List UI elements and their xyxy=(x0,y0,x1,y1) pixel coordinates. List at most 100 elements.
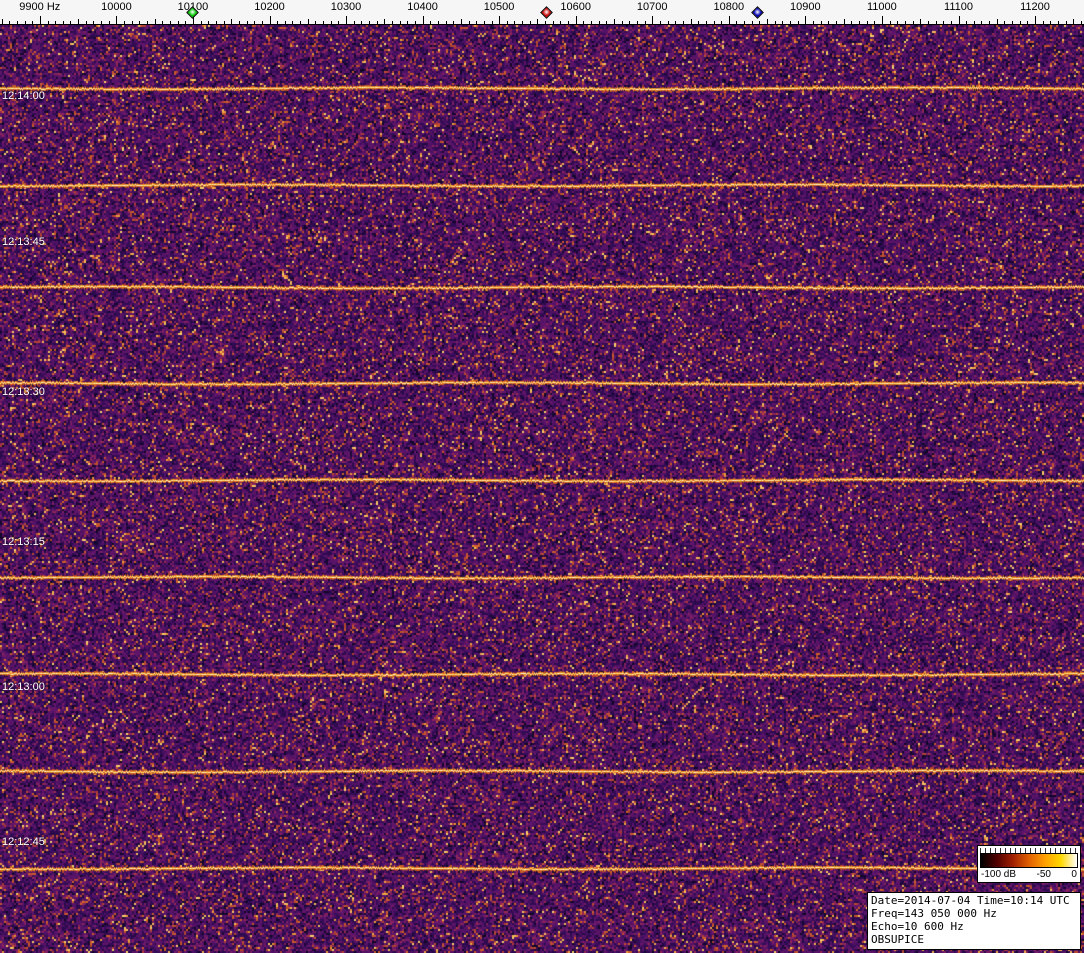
ruler-tick xyxy=(292,21,294,24)
ruler-tick xyxy=(529,21,531,24)
ruler-tick xyxy=(1065,21,1067,24)
ruler-tick xyxy=(460,19,462,24)
ruler-tick xyxy=(606,21,608,24)
ruler-tick xyxy=(514,21,516,24)
ruler-tick xyxy=(47,21,49,24)
ruler-tick xyxy=(32,21,34,24)
info-echo-line: Echo=10 600 Hz xyxy=(871,920,964,933)
ruler-tick xyxy=(721,21,723,24)
ruler-tick xyxy=(1,19,3,24)
ruler-tick xyxy=(1019,21,1021,24)
ruler-tick xyxy=(246,21,248,24)
red-frequency-marker[interactable] xyxy=(540,6,554,19)
ruler-tick xyxy=(858,21,860,24)
ruler-tick xyxy=(1035,16,1036,24)
ruler-tick xyxy=(904,21,906,24)
ruler-tick xyxy=(338,21,340,24)
ruler-tick xyxy=(55,21,57,24)
ruler-tick xyxy=(476,21,478,24)
ruler-tick xyxy=(583,21,585,24)
ruler-tick xyxy=(108,21,110,24)
ruler-tick xyxy=(399,21,401,24)
ruler-tick xyxy=(598,21,600,24)
info-freq-line: Freq=143 050 000 Hz xyxy=(871,907,997,920)
ruler-tick xyxy=(767,19,769,24)
ruler-tick xyxy=(376,21,378,24)
ruler-tick xyxy=(453,21,455,24)
ruler-tick xyxy=(78,19,80,24)
ruler-tick xyxy=(966,21,968,24)
ruler-tick xyxy=(545,21,547,24)
ruler-tick xyxy=(169,21,171,24)
ruler-tick xyxy=(736,21,738,24)
ruler-tick-label: 11200 xyxy=(1020,1,1050,13)
ruler-tick xyxy=(491,21,493,24)
ruler-tick xyxy=(200,21,202,24)
ruler-tick xyxy=(675,21,677,24)
ruler-tick xyxy=(353,21,355,24)
ruler-tick xyxy=(958,16,960,24)
blue-frequency-marker[interactable] xyxy=(751,6,764,19)
ruler-tick xyxy=(437,21,439,24)
ruler-tick xyxy=(131,21,133,24)
ruler-tick xyxy=(820,21,822,24)
ruler-tick xyxy=(506,21,508,24)
ruler-tick xyxy=(39,16,41,24)
ruler-tick xyxy=(698,21,700,24)
ruler-tick xyxy=(813,21,814,24)
ruler-tick xyxy=(254,21,256,24)
ruler-tick xyxy=(185,21,187,24)
ruler-tick xyxy=(384,19,386,24)
ruler-tick xyxy=(468,21,470,24)
ruler-tick xyxy=(430,21,432,24)
ruler-tick xyxy=(392,21,393,24)
ruler-tick-label: 10000 xyxy=(101,1,132,13)
ruler-tick xyxy=(147,21,148,24)
amplitude-scale-labels: -100 dB -50 0 xyxy=(980,868,1078,880)
ruler-tick xyxy=(874,21,876,24)
ruler-tick xyxy=(943,21,945,24)
ruler-tick xyxy=(277,21,279,24)
legend-label-max: 0 xyxy=(1071,869,1077,880)
ruler-tick xyxy=(9,21,11,24)
ruler-tick xyxy=(575,16,577,24)
ruler-tick xyxy=(652,16,654,24)
ruler-tick xyxy=(499,16,501,24)
ruler-tick xyxy=(139,21,141,24)
ruler-tick xyxy=(973,21,975,24)
ruler-tick xyxy=(728,16,730,24)
spectrogram-window: 9900 Hz100001010010200103001040010500106… xyxy=(0,0,1084,953)
ruler-tick xyxy=(85,21,87,24)
ruler-tick xyxy=(843,19,845,24)
ruler-tick xyxy=(552,21,554,24)
ruler-tick xyxy=(1012,21,1013,24)
ruler-tick-label: 10700 xyxy=(636,1,668,13)
ruler-tick xyxy=(759,21,761,24)
ruler-tick-label: 11000 xyxy=(867,1,897,13)
ruler-tick-label: 10600 xyxy=(560,1,591,13)
ruler-tick xyxy=(667,21,669,24)
ruler-tick-label: 10500 xyxy=(483,1,515,13)
ruler-tick xyxy=(996,19,998,24)
ruler-tick xyxy=(238,21,240,24)
ruler-tick xyxy=(414,21,416,24)
ruler-tick xyxy=(614,19,615,24)
ruler-tick xyxy=(323,21,325,24)
ruler-tick xyxy=(912,21,914,24)
ruler-tick xyxy=(866,21,868,24)
ruler-tick xyxy=(1058,21,1059,24)
info-station-line: OBSUPICE xyxy=(871,933,924,946)
ruler-tick-label: 10400 xyxy=(407,1,438,13)
ruler-tick xyxy=(407,21,409,24)
frequency-ruler[interactable]: 9900 Hz100001010010200103001040010500106… xyxy=(0,0,1084,25)
waterfall-canvas[interactable] xyxy=(0,25,1084,953)
ruler-tick xyxy=(522,21,524,24)
ruler-tick xyxy=(920,19,922,24)
ruler-tick xyxy=(744,21,746,24)
ruler-tick xyxy=(989,21,991,24)
ruler-tick xyxy=(445,21,447,24)
ruler-tick xyxy=(1042,21,1044,24)
ruler-tick xyxy=(93,21,95,24)
ruler-tick xyxy=(682,21,684,24)
ruler-tick xyxy=(889,21,891,24)
